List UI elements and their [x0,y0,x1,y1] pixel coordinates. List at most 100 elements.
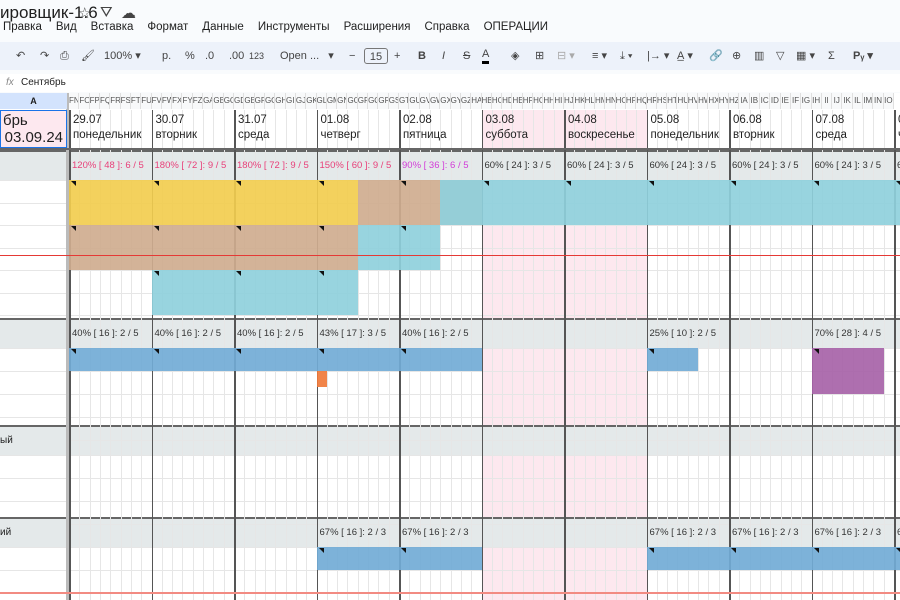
undo-icon[interactable]: ↶ [16,48,25,64]
task-bar[interactable] [151,270,358,315]
column-header[interactable]: HY [718,93,729,109]
task-bar[interactable] [646,348,699,371]
menu-item[interactable]: Правка [3,21,42,37]
task-bar[interactable] [69,348,482,371]
star-icon[interactable]: ☆ [78,4,91,22]
column-header[interactable]: IB [749,93,760,109]
column-header[interactable]: FZ [192,93,204,109]
decrease-decimal-button[interactable]: .0 [205,48,214,64]
column-header[interactable]: GH [275,93,286,109]
task-bar[interactable] [646,547,900,570]
column-header[interactable]: FN [69,93,80,109]
column-header[interactable]: GM [326,93,338,109]
column-header[interactable]: GV [419,93,430,109]
column-header[interactable]: IA [739,93,750,109]
font-size-decrease[interactable]: − [349,48,355,64]
column-header[interactable]: GK [306,93,317,109]
column-header[interactable]: IG [801,93,812,109]
more-formats-button[interactable]: 123 [249,48,264,64]
column-header-a[interactable]: A [0,93,67,109]
column-header[interactable]: IN [873,93,884,109]
menu-item[interactable]: Вид [56,21,77,37]
column-header[interactable]: HU [677,93,688,109]
column-header[interactable]: IH [811,93,822,109]
column-header[interactable]: GY [450,93,461,109]
column-header[interactable]: HN [605,93,616,109]
column-header[interactable]: FV [151,93,162,109]
column-header[interactable]: HZ [729,93,740,109]
column-header[interactable]: FQ [99,93,111,109]
column-header[interactable]: HD [502,93,513,109]
frozen-divider[interactable] [66,93,69,600]
column-header[interactable]: ID [770,93,781,109]
section-label-cell[interactable] [0,320,66,348]
column-header[interactable]: HM [594,93,606,109]
font-size-increase[interactable]: + [394,48,400,64]
task-bar[interactable] [440,180,900,225]
column-header[interactable]: HH [543,93,554,109]
bold-button[interactable]: B [418,48,426,64]
column-header[interactable]: HT [667,93,678,109]
task-bar[interactable] [357,225,441,270]
menu-item[interactable]: Вставка [91,21,134,37]
comment-icon[interactable]: ⊕ [732,48,741,64]
column-header[interactable]: GP [357,93,369,109]
formula-input[interactable]: Сентябрь [21,77,66,88]
vertical-align-icon[interactable]: ⤓ ▾ [620,48,633,64]
menu-item[interactable]: Расширения [344,21,411,37]
zoom-select[interactable]: 100% ▾ [104,48,141,64]
menu-item[interactable]: Данные [202,21,244,37]
align-icon[interactable]: ≡ ▾ [592,48,607,64]
task-bar[interactable] [316,371,327,388]
column-header[interactable]: IM [863,93,874,109]
column-header[interactable]: GS [388,93,399,109]
column-header[interactable]: GF [254,93,265,109]
column-header[interactable]: IO [883,93,894,109]
column-header[interactable]: HG [533,93,544,109]
currency-button[interactable]: р. [162,48,171,64]
cloud-status-icon[interactable]: ☁ [121,4,136,22]
menu-item[interactable]: Инструменты [258,21,330,37]
column-header[interactable]: GB [213,93,224,109]
column-header[interactable]: FR [110,93,121,109]
redo-icon[interactable]: ↷ [40,48,49,64]
task-bar[interactable] [811,348,884,394]
column-header[interactable]: HW [698,93,709,109]
column-header[interactable]: FY [182,93,193,109]
column-header[interactable]: GX [440,93,451,109]
paint-format-icon[interactable]: 🖌 [81,48,95,64]
task-bar[interactable] [316,547,482,570]
column-header[interactable]: HA [471,93,482,109]
column-header[interactable]: HV [687,93,699,109]
column-header[interactable]: GC [223,93,234,109]
column-header[interactable]: HQ [636,93,647,109]
column-header[interactable]: HJ [564,93,575,109]
sheet-grid[interactable]: FNFOFPFQFRFSFTFUFVFWFXFYFZGAGBGCGDGEGFGG… [0,93,900,600]
task-bar[interactable] [69,225,358,270]
column-header[interactable]: IC [759,93,771,109]
column-header[interactable]: HR [646,93,657,109]
chart-icon[interactable]: ▥ [754,48,764,64]
formula-bar[interactable]: fx Сентябрь [0,74,900,92]
italic-button[interactable]: I [442,48,445,64]
font-select[interactable]: Open ... ▾ [280,48,334,64]
column-header[interactable]: FT [130,93,142,109]
column-header[interactable]: FS [120,93,131,109]
column-header[interactable]: II [821,93,833,109]
filter-icon[interactable]: ▽ [776,48,784,64]
column-header[interactable]: HX [708,93,719,109]
column-header[interactable]: FW [161,93,173,109]
font-size-input[interactable]: 15 [364,48,388,64]
column-header[interactable]: GT [399,93,410,109]
column-header[interactable]: GR [378,93,389,109]
column-header[interactable]: IE [780,93,791,109]
column-header[interactable]: GE [244,93,255,109]
link-icon[interactable]: 🔗 [709,48,723,64]
column-header[interactable]: GO [347,93,358,109]
column-header[interactable]: FP [89,93,100,109]
column-header[interactable]: HO [615,93,626,109]
column-header[interactable]: GN [337,93,348,109]
column-header[interactable]: GA [203,93,214,109]
column-header[interactable]: HL [584,93,595,109]
increase-decimal-button[interactable]: .00 [229,48,244,64]
